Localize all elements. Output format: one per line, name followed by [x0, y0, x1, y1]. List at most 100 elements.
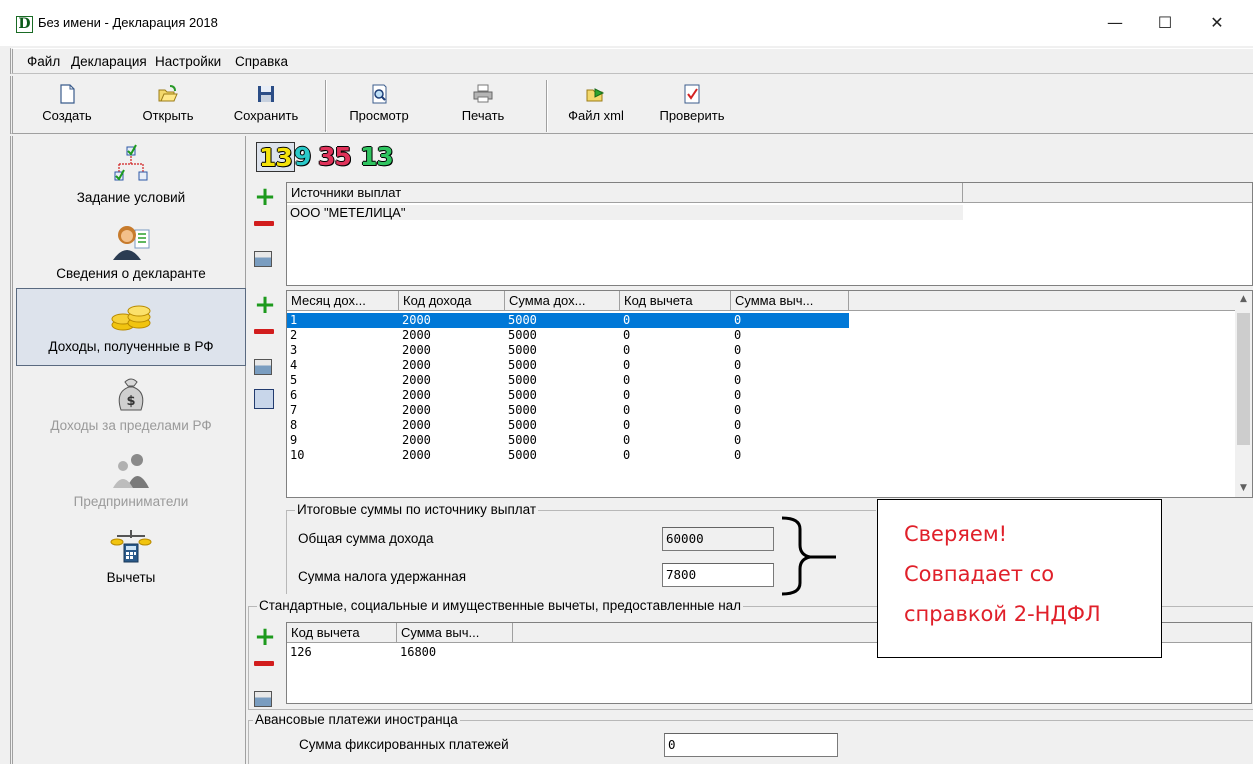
save-button[interactable]: Сохранить: [228, 82, 304, 132]
tab-rate-13[interactable]: 13: [256, 142, 295, 172]
table-row[interactable]: 7 2000 5000 0 0: [287, 403, 849, 418]
tax-withheld-field[interactable]: 7800: [662, 563, 774, 587]
column-header[interactable]: Месяц дох...: [287, 291, 399, 311]
print-button[interactable]: Печать: [453, 82, 513, 132]
table-cell: 9: [290, 433, 298, 447]
table-cell: 5000: [508, 373, 537, 387]
menu-help[interactable]: Справка: [235, 54, 288, 69]
callout-line: Совпадает со: [904, 562, 1055, 586]
edit-deduction-button[interactable]: [254, 691, 276, 713]
xml-file-button[interactable]: Файл xml: [565, 82, 627, 132]
nav-declarant-info[interactable]: Сведения о декларанте: [16, 216, 246, 294]
column-header[interactable]: Код дохода: [399, 291, 505, 311]
check-label: Проверить: [659, 108, 725, 123]
table-cell: 2000: [402, 388, 431, 402]
table-row[interactable]: 2 2000 5000 0 0: [287, 328, 849, 343]
column-header[interactable]: Источники выплат: [287, 183, 963, 203]
properties-icon: [254, 359, 272, 375]
toolbar: Создать Открыть Сохранить Просмотр Печат…: [10, 76, 1253, 134]
save-disk-icon: [256, 84, 276, 104]
table-cell: 10: [290, 448, 305, 462]
preview-button[interactable]: Просмотр: [343, 82, 415, 132]
total-income-label: Общая сумма дохода: [298, 531, 434, 546]
column-header[interactable]: Код вычета: [287, 623, 397, 643]
properties-icon: [254, 691, 272, 707]
table-cell: 0: [734, 313, 742, 327]
tab-rate-35[interactable]: 35: [318, 142, 352, 172]
nav-income-rf[interactable]: Доходы, полученные в РФ: [16, 288, 246, 366]
delete-income-button[interactable]: [254, 329, 276, 351]
table-cell: 0: [734, 328, 742, 342]
scroll-up-icon[interactable]: ▲: [1235, 291, 1252, 308]
advance-groupbox: Авансовые платежи иностранца Сумма фикси…: [248, 712, 1253, 764]
menu-settings[interactable]: Настройки: [155, 54, 221, 69]
open-button[interactable]: Открыть: [133, 82, 203, 132]
fixed-payments-field[interactable]: 0: [664, 733, 838, 757]
minimize-button[interactable]: —: [1092, 8, 1138, 38]
add-deduction-button[interactable]: +: [254, 624, 276, 650]
table-cell: 0: [623, 433, 631, 447]
minus-icon: [254, 329, 274, 334]
close-button[interactable]: ✕: [1194, 8, 1240, 38]
add-income-button[interactable]: +: [254, 292, 276, 318]
scroll-down-icon[interactable]: ▼: [1235, 480, 1252, 497]
table-cell: 2000: [402, 343, 431, 357]
table-row[interactable]: 6 2000 5000 0 0: [287, 388, 849, 403]
application-window: D Без имени - Декларация 2018 — ☐ ✕ Файл…: [0, 0, 1253, 764]
delete-deduction-button[interactable]: [254, 661, 276, 683]
nav-conditions[interactable]: Задание условий: [16, 140, 246, 218]
save-label: Сохранить: [233, 108, 299, 123]
tab-rate-9[interactable]: 9: [294, 142, 311, 172]
menu-file[interactable]: Файл: [27, 54, 60, 69]
edit-income-button[interactable]: [254, 359, 276, 381]
edit-source-button[interactable]: [254, 251, 276, 273]
table-cell: 0: [734, 358, 742, 372]
menu-declaration[interactable]: Декларация: [71, 54, 147, 69]
table-cell: 0: [734, 418, 742, 432]
table-cell: 2000: [402, 313, 431, 327]
nav-entrepreneurs[interactable]: Предприниматели: [16, 444, 246, 522]
sources-grid: Источники выплат ООО "МЕТЕЛИЦА": [286, 182, 1253, 286]
advance-title: Авансовые платежи иностранца: [253, 712, 460, 727]
income-scrollbar[interactable]: ▲ ▼: [1235, 291, 1252, 497]
table-row[interactable]: ООО "МЕТЕЛИЦА": [287, 205, 963, 220]
table-cell: 0: [623, 328, 631, 342]
window-title: Без имени - Декларация 2018: [38, 15, 218, 30]
maximize-button[interactable]: ☐: [1142, 8, 1188, 38]
nav-conditions-label: Задание условий: [76, 190, 186, 205]
create-button[interactable]: Создать: [39, 82, 95, 132]
table-cell: 0: [734, 388, 742, 402]
table-cell: 5000: [508, 358, 537, 372]
table-row[interactable]: 5 2000 5000 0 0: [287, 373, 849, 388]
table-row[interactable]: 8 2000 5000 0 0: [287, 418, 849, 433]
scroll-thumb[interactable]: [1237, 313, 1250, 445]
open-label: Открыть: [142, 108, 194, 123]
table-row[interactable]: 126 16800: [287, 645, 587, 660]
column-header[interactable]: Сумма дох...: [505, 291, 620, 311]
table-cell: 6: [290, 388, 298, 402]
table-row[interactable]: 1 2000 5000 0 0: [287, 313, 849, 328]
tab-rate-13-dividends[interactable]: 13: [360, 142, 394, 172]
table-row[interactable]: 10 2000 5000 0 0: [287, 448, 849, 463]
nav-income-abroad[interactable]: $ Доходы за пределами РФ: [16, 368, 246, 446]
delete-source-button[interactable]: [254, 221, 276, 243]
toolbar-separator: [546, 80, 548, 132]
table-cell: 0: [623, 448, 631, 462]
copy-income-button[interactable]: [254, 389, 276, 411]
table-cell: 5: [290, 373, 298, 387]
main-content: 13 9 35 13 + Источники выплат ООО "МЕТЕЛ…: [248, 136, 1253, 764]
check-button[interactable]: Проверить: [655, 82, 729, 132]
tab-rate-9-label: 9: [294, 142, 311, 171]
table-cell: 2000: [402, 418, 431, 432]
table-cell: 5000: [508, 328, 537, 342]
table-cell: 2000: [402, 433, 431, 447]
nav-deductions[interactable]: Вычеты: [16, 520, 246, 598]
table-row[interactable]: 3 2000 5000 0 0: [287, 343, 849, 358]
column-header[interactable]: Код вычета: [620, 291, 731, 311]
column-header[interactable]: Сумма выч...: [397, 623, 513, 643]
table-row[interactable]: 9 2000 5000 0 0: [287, 433, 849, 448]
column-header[interactable]: Сумма выч...: [731, 291, 849, 311]
table-row[interactable]: 4 2000 5000 0 0: [287, 358, 849, 373]
table-cell: 0: [623, 403, 631, 417]
add-source-button[interactable]: +: [254, 184, 276, 210]
